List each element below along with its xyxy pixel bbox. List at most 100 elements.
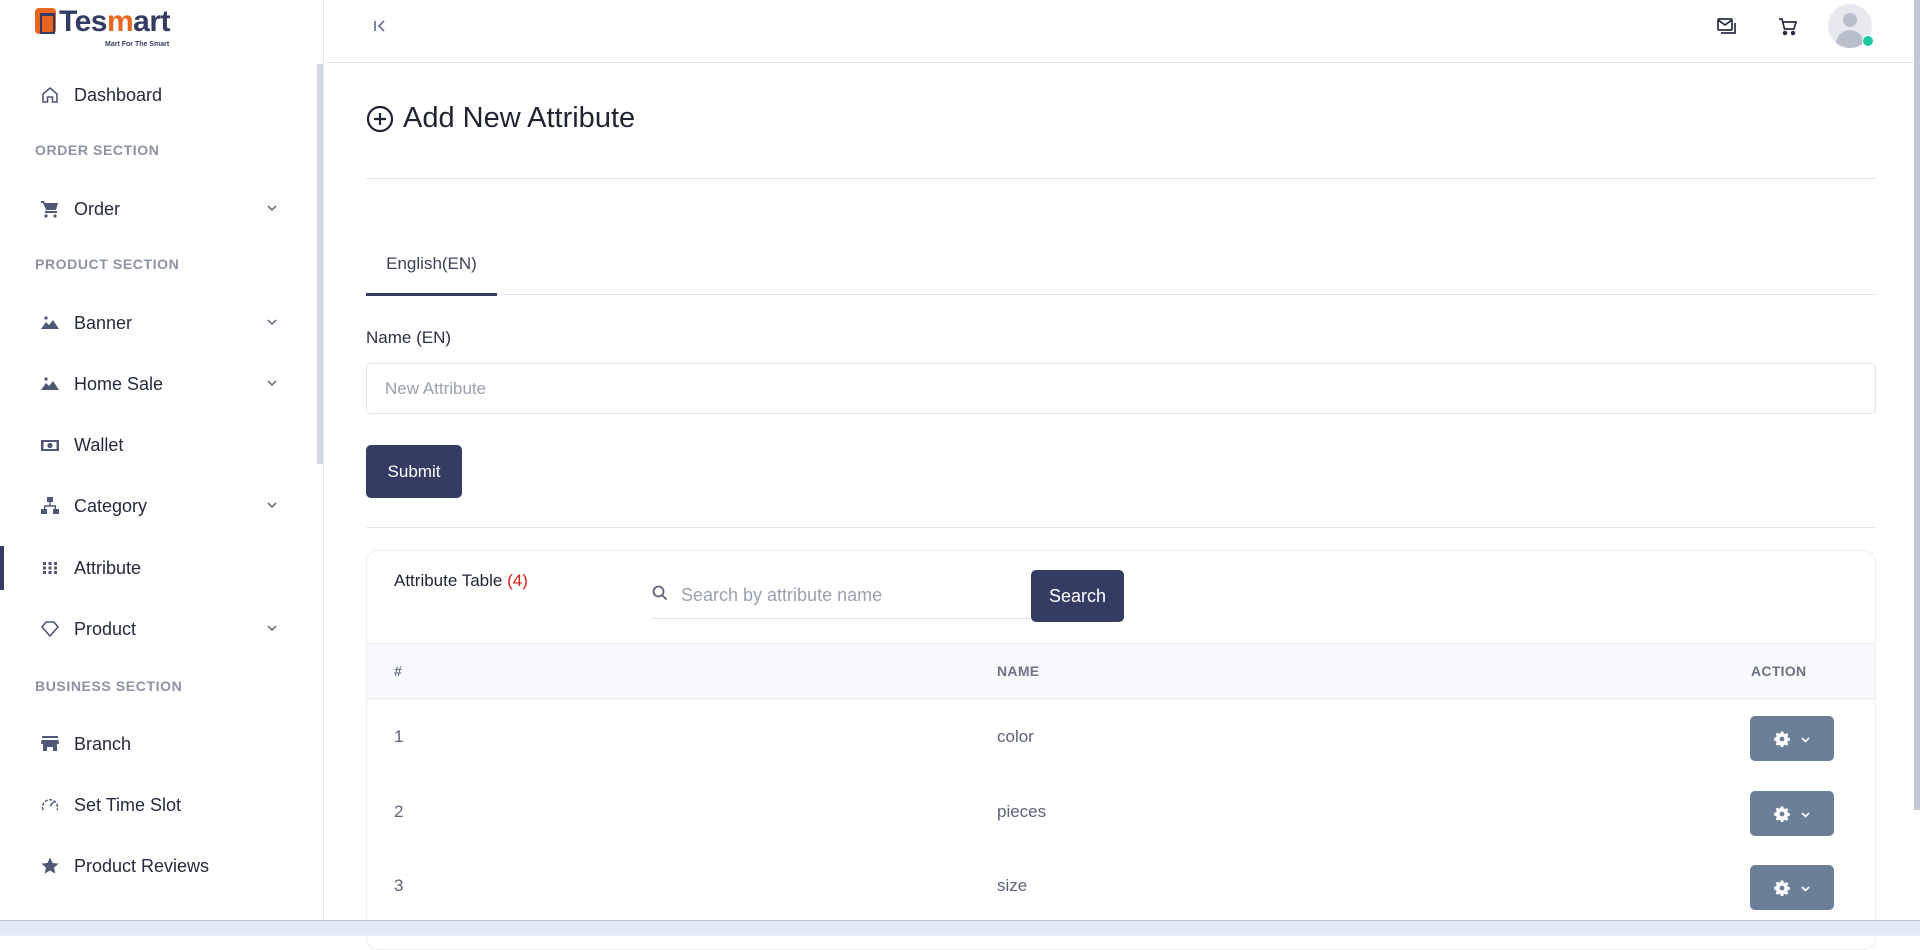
sidebar-scrollbar[interactable] (317, 64, 323, 464)
sidebar-item-product-reviews[interactable]: Product Reviews (0, 844, 317, 888)
row-action-button[interactable] (1750, 716, 1834, 761)
sidebar-item-label: Banner (74, 312, 133, 333)
cart-icon[interactable] (1776, 14, 1800, 38)
add-circle-icon (366, 105, 394, 133)
sidebar-item-home-sale[interactable]: Home Sale (0, 362, 317, 406)
chevron-down-icon (265, 315, 279, 329)
page-scrollbar[interactable] (1914, 0, 1920, 810)
brand-name: Tesmart (59, 5, 171, 38)
row-name: color (997, 727, 1034, 746)
sidebar-item-order[interactable]: Order (0, 187, 317, 231)
chevron-down-icon (265, 621, 279, 635)
name-field[interactable] (366, 363, 1876, 414)
name-field-label: Name (EN) (366, 328, 452, 347)
cart-icon (40, 199, 60, 219)
image-icon (40, 374, 60, 394)
sidebar-item-set-time-slot[interactable]: Set Time Slot (0, 783, 317, 827)
sidebar-item-branch[interactable]: Branch (0, 722, 317, 766)
row-index: 2 (394, 802, 404, 821)
tab-english[interactable]: English(EN) (366, 246, 497, 296)
column-header-action: ACTION (1751, 663, 1807, 679)
row-name: size (997, 876, 1028, 895)
sidebar-item-category[interactable]: Category (0, 484, 317, 528)
avatar-head (1843, 13, 1857, 27)
logo-mark-icon (35, 8, 56, 34)
column-header-index: # (394, 663, 403, 679)
section-label-business: BUSINESS SECTION (35, 678, 183, 694)
page-title-text: Add New Attribute (403, 102, 636, 134)
divider (366, 178, 1876, 179)
brand-name-accent: m (106, 5, 134, 38)
brand-name-part: art (133, 5, 171, 38)
sidebar: Tesmart Mart For The Smart Dashboard ORD… (0, 0, 324, 920)
sitemap-icon (40, 496, 60, 516)
section-label-product: PRODUCT SECTION (35, 256, 180, 272)
gear-icon (1773, 880, 1790, 896)
column-header-name: NAME (997, 663, 1040, 679)
row-index: 3 (394, 876, 404, 895)
speedometer-icon (40, 795, 60, 815)
sidebar-item-label: Set Time Slot (74, 794, 182, 815)
sidebar-item-label: Category (74, 495, 148, 516)
table-title-text: Attribute Table (394, 571, 503, 590)
gear-icon (1773, 806, 1790, 822)
messages-icon[interactable] (1714, 14, 1738, 38)
row-action-button[interactable] (1750, 865, 1834, 910)
table-row: 2 pieces (367, 776, 1875, 850)
gear-icon (1773, 731, 1790, 747)
brand-logo[interactable]: Tesmart Mart For The Smart (35, 5, 171, 48)
row-action-button[interactable] (1750, 791, 1834, 836)
search-button[interactable]: Search (1031, 570, 1124, 622)
collapse-sidebar-icon[interactable] (370, 16, 390, 36)
brand-name-part: Tes (59, 5, 107, 38)
sidebar-item-label: Home Sale (74, 373, 164, 394)
chevron-down-icon (1800, 733, 1811, 744)
brand-tagline: Mart For The Smart (105, 41, 170, 48)
star-icon (40, 856, 60, 876)
chevron-down-icon (265, 376, 279, 390)
table-title: Attribute Table (4) (394, 571, 528, 591)
chevron-down-icon (1800, 808, 1811, 819)
sidebar-item-wallet[interactable]: Wallet (0, 423, 317, 467)
row-index: 1 (394, 727, 404, 746)
sidebar-item-label: Dashboard (74, 84, 163, 105)
section-label-order: ORDER SECTION (35, 142, 160, 158)
chevron-down-icon (265, 201, 279, 215)
money-icon (40, 435, 60, 455)
image-icon (40, 313, 60, 333)
sidebar-item-product[interactable]: Product (0, 607, 317, 651)
sidebar-item-label: Product (74, 618, 137, 639)
sidebar-item-dashboard[interactable]: Dashboard (0, 73, 317, 117)
avatar-body (1836, 30, 1864, 48)
search-icon (651, 584, 669, 602)
chevron-down-icon (265, 498, 279, 512)
home-icon (40, 85, 60, 105)
sidebar-item-label: Attribute (74, 557, 142, 578)
grid-icon (40, 558, 60, 578)
table-header: # NAME ACTION (367, 643, 1875, 699)
page-title: Add New Attribute (366, 102, 635, 135)
sidebar-item-label: Branch (74, 733, 132, 754)
table-count-badge: (4) (507, 571, 528, 590)
table-row: 1 color (367, 701, 1875, 775)
divider (366, 527, 1876, 528)
active-tab-indicator (366, 293, 497, 296)
os-taskbar (0, 920, 1920, 936)
online-status-dot (1862, 35, 1874, 47)
diamond-icon (40, 619, 60, 639)
table-row: 3 size (367, 850, 1875, 924)
tabs-divider (366, 294, 1876, 295)
store-icon (40, 734, 60, 754)
search-box (651, 569, 1031, 619)
attribute-table-card: Attribute Table (4) Search # NAME ACTION… (366, 550, 1876, 950)
sidebar-item-label: Product Reviews (74, 855, 210, 876)
chevron-down-icon (1800, 882, 1811, 893)
row-name: pieces (997, 802, 1047, 821)
search-input[interactable] (681, 579, 1021, 611)
submit-button[interactable]: Submit (366, 445, 462, 498)
sidebar-item-attribute[interactable]: Attribute (0, 546, 317, 590)
sidebar-item-label: Wallet (74, 434, 124, 455)
topbar (325, 0, 1920, 63)
sidebar-item-label: Order (74, 198, 121, 219)
sidebar-item-banner[interactable]: Banner (0, 301, 317, 345)
